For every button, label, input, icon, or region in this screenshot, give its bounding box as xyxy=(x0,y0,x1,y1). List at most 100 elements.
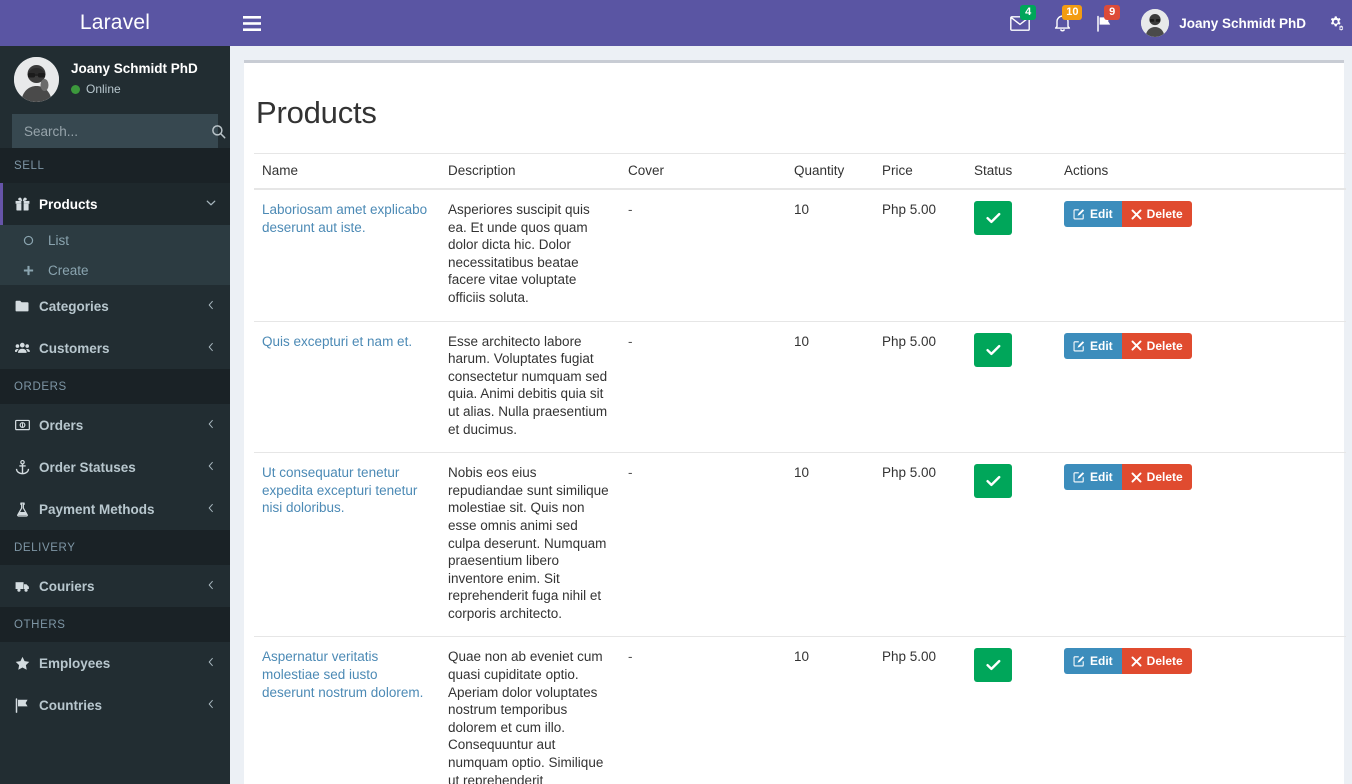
delete-button[interactable]: Delete xyxy=(1121,201,1192,227)
cell-name: Quis excepturi et nam et. xyxy=(254,320,440,453)
messages-button[interactable]: 4 xyxy=(999,0,1041,46)
close-icon xyxy=(1131,656,1142,667)
cell-description: Quae non ab eveniet cum quasi cupiditate… xyxy=(440,636,620,784)
sidebar: Laravel Joany Schmidt PhD Online Search.… xyxy=(0,0,230,784)
top-navbar: 4 10 9 Joany Schmidt PhD xyxy=(230,0,1352,46)
chevron-left-icon xyxy=(205,579,217,594)
star-icon xyxy=(15,656,39,671)
sidebar-subitem-list[interactable]: List xyxy=(0,225,230,255)
brand-name: Laravel xyxy=(79,11,151,34)
notifications-badge: 10 xyxy=(1062,5,1083,20)
sidebar-item-label: Products xyxy=(39,196,98,212)
cover-placeholder: - xyxy=(628,202,633,217)
status-badge xyxy=(974,201,1012,235)
status-badge xyxy=(974,464,1012,499)
sidebar-user-name: Joany Schmidt PhD xyxy=(71,61,198,77)
sidebar-user-status-label: Online xyxy=(86,81,121,96)
pencil-square-icon xyxy=(1073,471,1085,483)
table-row: Quis excepturi et nam et. Esse architecto… xyxy=(254,320,1346,453)
edit-button[interactable]: Edit xyxy=(1064,648,1122,675)
cell-quantity: 10 xyxy=(786,452,874,637)
sidebar-item-orders[interactable]: Orders xyxy=(0,404,230,446)
tasks-button[interactable]: 9 xyxy=(1083,0,1125,46)
sidebar-item-countries[interactable]: Countries xyxy=(0,684,230,726)
product-name-link[interactable]: Quis excepturi et nam et. xyxy=(262,334,412,349)
circle-o-icon xyxy=(22,234,48,247)
sidebar-user-panel: Joany Schmidt PhD Online xyxy=(0,46,230,112)
truck-icon xyxy=(15,579,39,594)
sidebar-item-couriers[interactable]: Couriers xyxy=(0,565,230,607)
gears-icon[interactable] xyxy=(1320,0,1352,46)
cell-name: Laboriosam amet explicabo deserunt aut i… xyxy=(254,189,440,321)
delete-button[interactable]: Delete xyxy=(1121,648,1192,675)
cell-status xyxy=(966,189,1056,321)
cell-actions: Edit Delete xyxy=(1056,320,1346,453)
cell-actions: Edit Delete xyxy=(1056,452,1346,637)
search-input[interactable] xyxy=(12,123,211,139)
cell-status xyxy=(966,452,1056,637)
sidebar-item-order-statuses[interactable]: Order Statuses xyxy=(0,446,230,488)
cell-status xyxy=(966,636,1056,784)
brand-logo[interactable]: Laravel xyxy=(0,0,230,46)
status-badge xyxy=(974,648,1012,683)
cell-cover: - xyxy=(620,452,786,637)
table-row: Laboriosam amet explicabo deserunt aut i… xyxy=(254,189,1346,321)
navbar-user-menu[interactable]: Joany Schmidt PhD xyxy=(1125,0,1320,46)
pencil-square-icon xyxy=(1073,208,1085,220)
cell-actions: Edit Delete xyxy=(1056,636,1346,784)
edit-button[interactable]: Edit xyxy=(1064,332,1122,359)
row-action-group: Edit Delete xyxy=(1064,648,1192,675)
products-card: Products Name Description Cover Quantity Pri… xyxy=(244,60,1346,784)
chevron-left-icon xyxy=(205,299,217,314)
sidebar-item-label: Categories xyxy=(39,298,109,314)
table-head: Name Description Cover Quantity Price Status A… xyxy=(254,153,1346,190)
sidebar-section-header: DELIVERY xyxy=(0,530,230,565)
sidebar-item-customers[interactable]: Customers xyxy=(0,327,230,369)
notifications-button[interactable]: 10 xyxy=(1041,0,1083,46)
cell-price: Php 5.00 xyxy=(874,452,966,637)
sidebar-user-info: Joany Schmidt PhD Online xyxy=(71,61,198,97)
cell-name: Ut consequatur tenetur expedita exceptur… xyxy=(254,452,440,637)
sidebar-item-payment-methods[interactable]: Payment Methods xyxy=(0,488,230,530)
edit-button[interactable]: Edit xyxy=(1064,464,1122,491)
edit-button-label: Edit xyxy=(1090,654,1113,669)
sidebar-item-categories[interactable]: Categories xyxy=(0,285,230,327)
chevron-left-icon xyxy=(205,698,217,713)
avatar xyxy=(14,56,59,102)
pencil-square-icon xyxy=(1073,655,1085,667)
navbar-avatar xyxy=(1141,9,1170,37)
hamburger-icon[interactable] xyxy=(230,0,274,46)
close-icon xyxy=(1131,472,1142,483)
edit-button-label: Edit xyxy=(1090,470,1113,485)
sidebar-item-employees[interactable]: Employees xyxy=(0,642,230,684)
delete-button-label: Delete xyxy=(1146,654,1183,669)
edit-button[interactable]: Edit xyxy=(1064,201,1122,227)
product-name-link[interactable]: Aspernatur veritatis molestiae sed iusto… xyxy=(262,649,423,699)
column-header-name: Name xyxy=(254,153,440,190)
delete-button-label: Delete xyxy=(1146,338,1183,353)
edit-button-label: Edit xyxy=(1090,207,1113,221)
tasks-badge: 9 xyxy=(1104,5,1121,20)
product-name-link[interactable]: Laboriosam amet explicabo deserunt aut i… xyxy=(262,202,427,235)
chevron-left-icon xyxy=(205,502,217,517)
product-name-link[interactable]: Ut consequatur tenetur expedita exceptur… xyxy=(262,465,417,515)
navbar-right: 4 10 9 Joany Schmidt PhD xyxy=(999,0,1352,46)
sidebar-user-status: Online xyxy=(71,82,198,97)
sidebar-item-label: Customers xyxy=(39,340,110,356)
chevron-left-icon xyxy=(205,418,217,433)
sidebar-item-products[interactable]: Products xyxy=(0,183,230,225)
delete-button[interactable]: Delete xyxy=(1121,464,1192,491)
delete-button-label: Delete xyxy=(1146,207,1183,221)
delete-button[interactable]: Delete xyxy=(1121,332,1192,359)
navbar-user-name: Joany Schmidt PhD xyxy=(1179,15,1306,31)
search-icon[interactable] xyxy=(211,114,226,148)
sidebar-item-label: Payment Methods xyxy=(39,501,155,517)
row-action-group: Edit Delete xyxy=(1064,332,1192,359)
sidebar-item-label: Employees xyxy=(39,655,111,671)
sidebar-subitem-label: Create xyxy=(48,262,89,278)
cell-cover: - xyxy=(620,636,786,784)
cell-status xyxy=(966,320,1056,453)
anchor-icon xyxy=(15,459,39,475)
sidebar-search[interactable] xyxy=(12,114,226,148)
sidebar-subitem-create[interactable]: Create xyxy=(0,255,230,285)
